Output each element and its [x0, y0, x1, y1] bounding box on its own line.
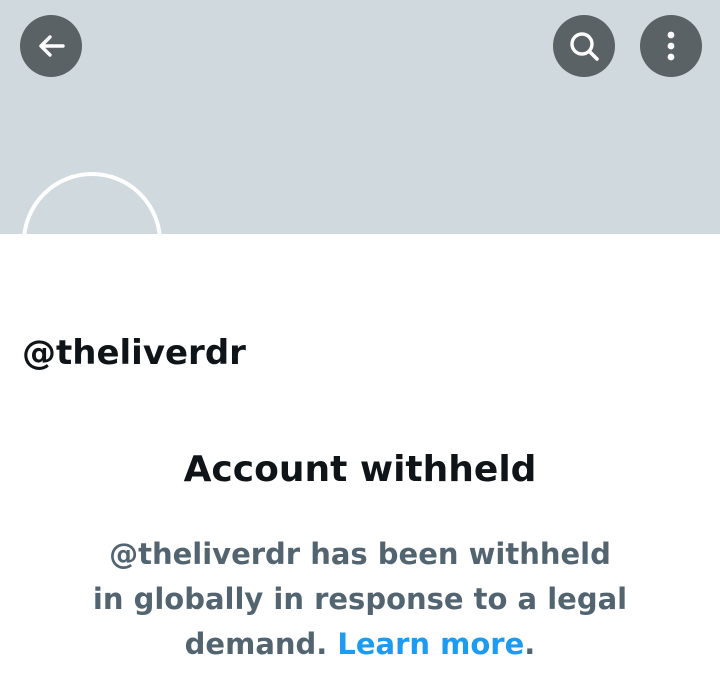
withheld-message: @theliverdr has been withheld in globall…: [60, 532, 660, 667]
avatar: [22, 172, 162, 234]
arrow-left-icon: [39, 35, 65, 57]
withheld-message-line-2: in globally in response to a legal: [92, 582, 628, 616]
learn-more-link[interactable]: Learn more: [337, 627, 524, 661]
more-options-button[interactable]: [640, 15, 702, 77]
more-vertical-icon: [667, 31, 675, 61]
withheld-message-line-3: demand. Learn more.: [60, 622, 660, 667]
withheld-title: Account withheld: [183, 449, 537, 490]
search-button[interactable]: [553, 15, 615, 77]
back-button[interactable]: [20, 15, 82, 77]
profile-handle: @theliverdr: [22, 333, 246, 373]
search-icon: [570, 32, 599, 61]
withheld-message-prefix: demand.: [184, 627, 338, 661]
profile-page: @theliverdr Account withheld @theliverdr…: [0, 0, 720, 694]
withheld-message-suffix: .: [524, 627, 536, 661]
withheld-message-line-1: @theliverdr has been withheld: [109, 537, 611, 571]
